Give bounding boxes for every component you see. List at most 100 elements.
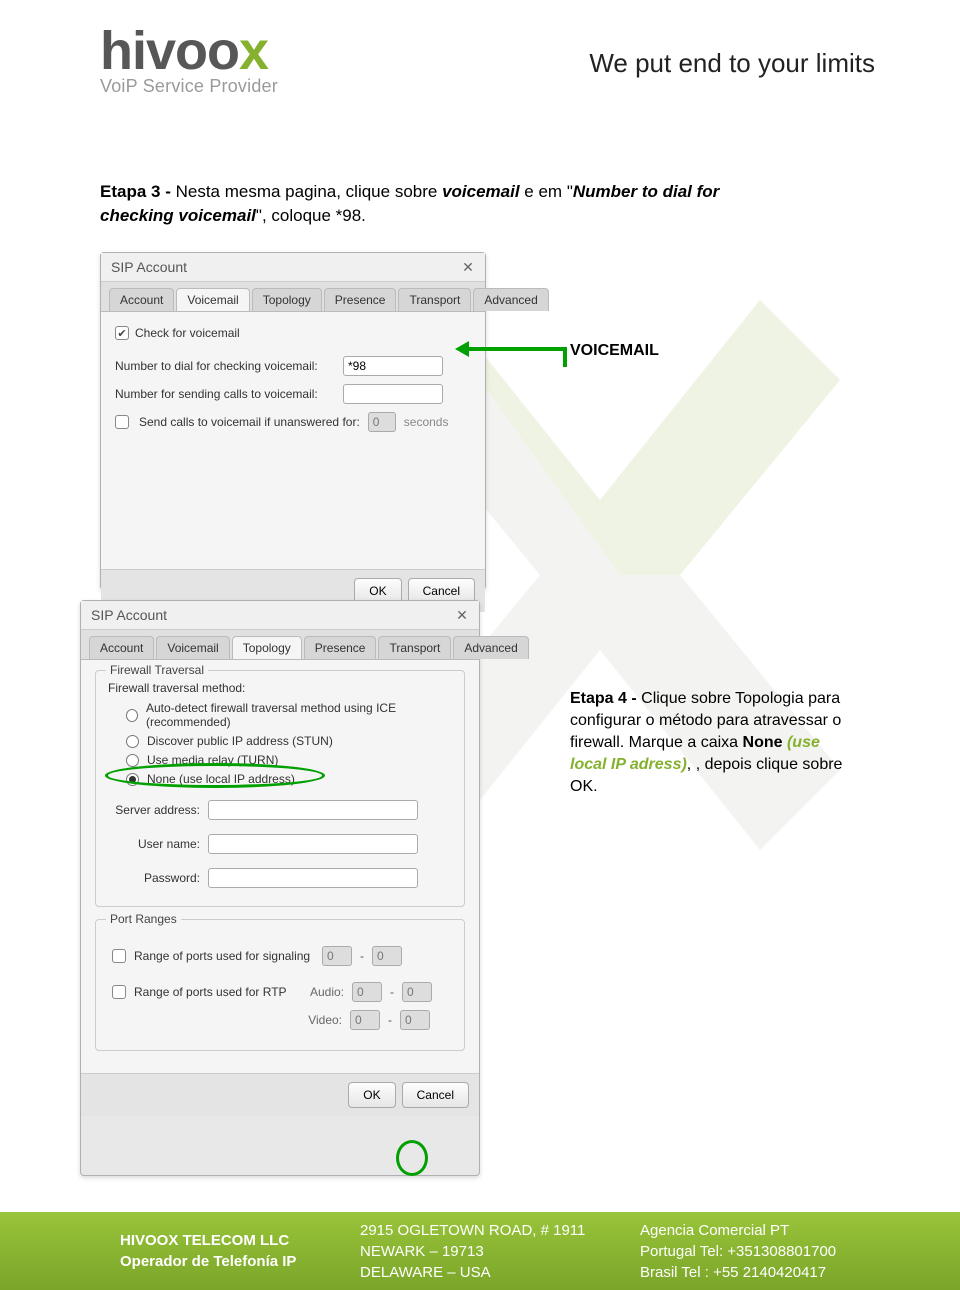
port-ranges-fieldset: Port Ranges Range of ports used for sign… bbox=[95, 919, 465, 1051]
cancel-button[interactable]: Cancel bbox=[402, 1082, 469, 1108]
signaling-range-checkbox[interactable] bbox=[112, 949, 126, 963]
footer-ag1: Agencia Comercial PT bbox=[640, 1220, 890, 1241]
dialog1-title: SIP Account bbox=[111, 259, 187, 275]
annotation-circle-ok bbox=[396, 1140, 428, 1176]
footer-col2: 2915 OGLETOWN ROAD, # 1911 NEWARK – 1971… bbox=[360, 1220, 590, 1283]
etapa3-voicemail: voicemail bbox=[442, 182, 520, 201]
password-input[interactable] bbox=[208, 868, 418, 888]
arrow-head bbox=[455, 341, 469, 357]
etapa4-prefix: Etapa 4 - bbox=[570, 690, 641, 707]
etapa3-p3: ", coloque *98. bbox=[256, 206, 366, 225]
footer-ag2: Portugal Tel: +351308801700 bbox=[640, 1241, 890, 1262]
firewall-traversal-fieldset: Firewall Traversal Firewall traversal me… bbox=[95, 670, 465, 907]
tab-presence[interactable]: Presence bbox=[324, 288, 397, 311]
rtp-range-checkbox[interactable] bbox=[112, 985, 126, 999]
voicemail-annotation: VOICEMAIL bbox=[570, 342, 659, 360]
tab-topology[interactable]: Topology bbox=[252, 288, 322, 311]
footer-addr1: 2915 OGLETOWN ROAD, # 1911 bbox=[360, 1220, 590, 1241]
tab-transport[interactable]: Transport bbox=[378, 636, 451, 659]
video-to-input[interactable] bbox=[400, 1010, 430, 1030]
sig-from-input[interactable] bbox=[322, 946, 352, 966]
radio-stun[interactable] bbox=[126, 735, 139, 748]
rtp-video-row: Video: - bbox=[112, 1010, 452, 1030]
seconds-unit: seconds bbox=[404, 415, 449, 429]
num-send-row: Number for sending calls to voicemail: bbox=[115, 384, 471, 404]
password-label: Password: bbox=[108, 871, 200, 885]
num-dial-row: Number to dial for checking voicemail: bbox=[115, 356, 471, 376]
dialog1-tabs: Account Voicemail Topology Presence Tran… bbox=[101, 282, 485, 311]
close-icon[interactable]: ✕ bbox=[455, 608, 469, 622]
tab-voicemail[interactable]: Voicemail bbox=[156, 636, 229, 659]
etapa4-paragraph: Etapa 4 - Clique sobre Topologia para co… bbox=[570, 688, 850, 798]
etapa3-p1: Nesta mesma pagina, clique sobre bbox=[176, 182, 442, 201]
check-voicemail-row: ✔ Check for voicemail bbox=[115, 326, 471, 340]
dialog2-footer: OK Cancel bbox=[81, 1073, 479, 1116]
tab-advanced[interactable]: Advanced bbox=[473, 288, 548, 311]
tab-advanced[interactable]: Advanced bbox=[453, 636, 528, 659]
server-address-row: Server address: bbox=[108, 800, 452, 820]
tab-account[interactable]: Account bbox=[89, 636, 154, 659]
num-send-input[interactable] bbox=[343, 384, 443, 404]
etapa4-nonebold: None bbox=[743, 734, 787, 751]
footer-col1: HIVOOX TELECOM LLC Operador de Telefonía… bbox=[120, 1230, 310, 1272]
video-label: Video: bbox=[296, 1013, 342, 1027]
unanswered-seconds-input[interactable] bbox=[368, 412, 396, 432]
footer-addr2: NEWARK – 19713 bbox=[360, 1241, 590, 1262]
signaling-range-label: Range of ports used for signaling bbox=[134, 949, 314, 963]
audio-to-input[interactable] bbox=[402, 982, 432, 1002]
dialog2-tabs: Account Voicemail Topology Presence Tran… bbox=[81, 630, 479, 659]
port-ranges-title: Port Ranges bbox=[106, 912, 181, 926]
audio-label: Audio: bbox=[298, 985, 344, 999]
close-icon[interactable]: ✕ bbox=[461, 260, 475, 274]
user-name-row: User name: bbox=[108, 834, 452, 854]
radio-stun-row: Discover public IP address (STUN) bbox=[126, 734, 452, 748]
check-voicemail-checkbox[interactable]: ✔ bbox=[115, 326, 129, 340]
password-row: Password: bbox=[108, 868, 452, 888]
radio-ice[interactable] bbox=[126, 709, 138, 722]
logo-word: hivoox bbox=[100, 20, 278, 82]
header-slogan: We put end to your limits bbox=[589, 48, 875, 79]
num-dial-input[interactable] bbox=[343, 356, 443, 376]
arrow-stem bbox=[467, 347, 567, 351]
logo: hivoox VoiP Service Provider bbox=[100, 20, 278, 97]
dialog2-title: SIP Account bbox=[91, 607, 167, 623]
video-from-input[interactable] bbox=[350, 1010, 380, 1030]
rtp-range-row: Range of ports used for RTP Audio: - bbox=[112, 982, 452, 1002]
tab-transport[interactable]: Transport bbox=[398, 288, 471, 311]
radio-ice-row: Auto-detect firewall traversal method us… bbox=[126, 701, 452, 729]
user-name-input[interactable] bbox=[208, 834, 418, 854]
sip-account-topology-dialog: SIP Account ✕ Account Voicemail Topology… bbox=[80, 600, 480, 1176]
footer-company1: HIVOOX TELECOM LLC bbox=[120, 1230, 310, 1251]
annotation-ellipse-none bbox=[105, 763, 325, 788]
tab-voicemail[interactable]: Voicemail bbox=[176, 288, 249, 311]
sig-to-input[interactable] bbox=[372, 946, 402, 966]
logo-accent: x bbox=[239, 21, 268, 81]
unanswered-checkbox[interactable] bbox=[115, 415, 129, 429]
footer-ag3: Brasil Tel : +55 2140420417 bbox=[640, 1262, 890, 1283]
radio-turn[interactable] bbox=[126, 754, 139, 767]
unanswered-row: Send calls to voicemail if unanswered fo… bbox=[115, 412, 471, 432]
tab-account[interactable]: Account bbox=[109, 288, 174, 311]
dash: - bbox=[360, 949, 364, 963]
server-address-input[interactable] bbox=[208, 800, 418, 820]
footer-company2: Operador de Telefonía IP bbox=[120, 1251, 310, 1272]
unanswered-label: Send calls to voicemail if unanswered fo… bbox=[139, 415, 360, 429]
tab-topology[interactable]: Topology bbox=[232, 636, 302, 659]
etapa3-prefix: Etapa 3 - bbox=[100, 182, 176, 201]
dialog1-title-bar: SIP Account ✕ bbox=[101, 253, 485, 282]
num-send-label: Number for sending calls to voicemail: bbox=[115, 387, 335, 401]
audio-from-input[interactable] bbox=[352, 982, 382, 1002]
tab-presence[interactable]: Presence bbox=[304, 636, 377, 659]
footer-col3: Agencia Comercial PT Portugal Tel: +3513… bbox=[640, 1220, 890, 1283]
check-voicemail-label: Check for voicemail bbox=[135, 326, 240, 340]
radio-stun-label: Discover public IP address (STUN) bbox=[147, 734, 333, 748]
sip-account-voicemail-dialog: SIP Account ✕ Account Voicemail Topology… bbox=[100, 252, 486, 590]
dash: - bbox=[390, 985, 394, 999]
dialog1-body: ✔ Check for voicemail Number to dial for… bbox=[101, 311, 485, 569]
server-address-label: Server address: bbox=[108, 803, 200, 817]
ok-button[interactable]: OK bbox=[348, 1082, 395, 1108]
logo-tagline: VoiP Service Provider bbox=[100, 76, 278, 97]
user-name-label: User name: bbox=[108, 837, 200, 851]
radio-ice-label: Auto-detect firewall traversal method us… bbox=[146, 701, 452, 729]
footer-addr3: DELAWARE – USA bbox=[360, 1262, 590, 1283]
